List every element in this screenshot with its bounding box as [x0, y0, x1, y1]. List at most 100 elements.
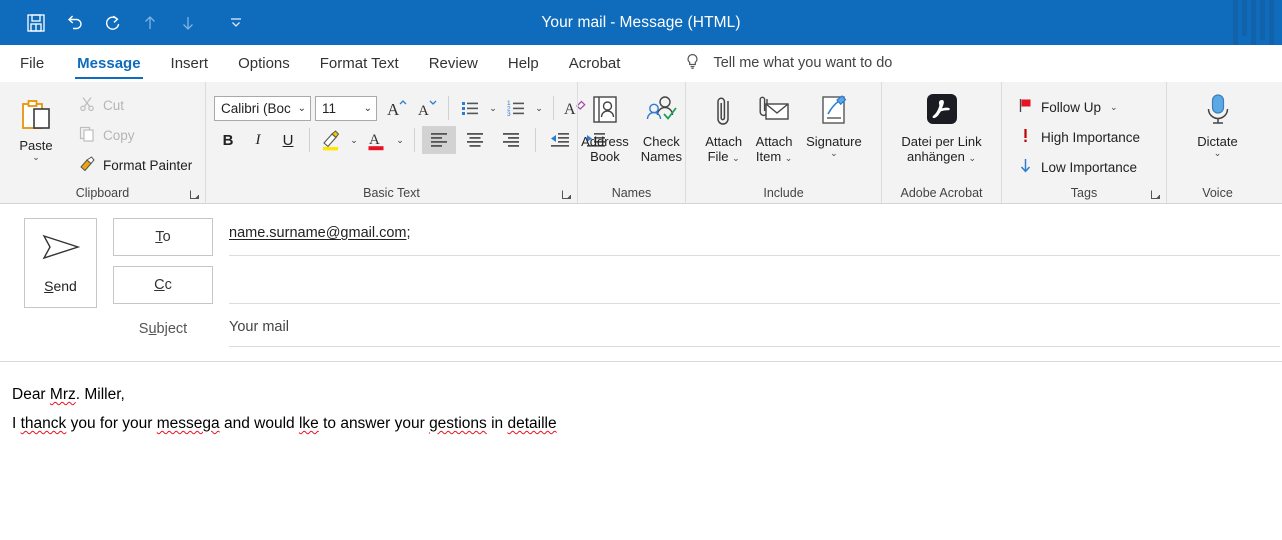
- attach-item-button[interactable]: Attach Item ⌄: [748, 86, 800, 165]
- tab-review[interactable]: Review: [414, 45, 493, 81]
- align-center-button[interactable]: [458, 126, 492, 154]
- highlight-chevron-down-icon[interactable]: ⌄: [347, 135, 361, 146]
- attach-item-label-line2: Item ⌄: [756, 149, 792, 164]
- bold-button[interactable]: B: [214, 126, 242, 154]
- low-importance-button[interactable]: Low Importance: [1011, 152, 1146, 182]
- copy-button[interactable]: Copy: [72, 120, 198, 150]
- address-book-button[interactable]: Address Book: [575, 86, 635, 165]
- attach-link-chevron-down-icon[interactable]: ⌄: [968, 153, 976, 163]
- clipboard-dialog-launcher-icon[interactable]: [189, 189, 200, 200]
- tab-options[interactable]: Options: [223, 45, 305, 81]
- message-body-line-1: Dear Mrz. Miller,: [12, 380, 1282, 409]
- divider: [535, 128, 536, 152]
- address-book-label-line2: Book: [590, 149, 620, 164]
- cc-button[interactable]: Cc: [113, 266, 213, 304]
- dictate-chevron-down-icon[interactable]: ⌄: [1214, 150, 1222, 157]
- names-group-label-row: Names: [578, 183, 685, 203]
- header-body-divider: [0, 361, 1282, 362]
- tab-message[interactable]: Message: [62, 45, 155, 81]
- font-color-chevron-down-icon[interactable]: ⌄: [393, 135, 407, 146]
- font-size-chevron-down-icon[interactable]: ⌄: [360, 103, 372, 114]
- acrobat-group-label: Adobe Acrobat: [900, 186, 982, 200]
- subject-input[interactable]: Your mail: [229, 314, 1280, 347]
- lightbulb-icon: [683, 52, 702, 75]
- shrink-font-button[interactable]: A: [413, 94, 441, 122]
- send-button[interactable]: Send: [24, 218, 97, 308]
- ribbon-group-include: Attach File ⌄ Attach Item ⌄: [685, 82, 881, 203]
- numbering-chevron-down-icon[interactable]: ⌄: [532, 103, 546, 114]
- customize-quick-access-toolbar-icon[interactable]: [218, 6, 254, 40]
- font-name-chevron-down-icon[interactable]: ⌄: [294, 103, 306, 114]
- basic-text-dialog-launcher-icon[interactable]: [561, 189, 572, 200]
- acrobat-group-label-row: Adobe Acrobat: [882, 183, 1001, 203]
- underline-button[interactable]: U: [274, 126, 302, 154]
- decrease-indent-button[interactable]: [543, 126, 577, 154]
- font-size-combobox[interactable]: 11 ⌄: [315, 96, 377, 121]
- cc-field-row: Cc: [113, 266, 1282, 304]
- align-left-button[interactable]: [422, 126, 456, 154]
- clipboard-group-label: Clipboard: [76, 186, 130, 200]
- grow-font-button[interactable]: A: [383, 94, 411, 122]
- follow-up-chevron-down-icon[interactable]: ⌄: [1110, 104, 1118, 111]
- high-importance-button[interactable]: High Importance: [1011, 122, 1146, 152]
- paste-dropdown-chevron-down-icon[interactable]: ⌄: [32, 154, 40, 161]
- check-names-button[interactable]: Check Names: [635, 86, 688, 165]
- follow-up-button[interactable]: Follow Up ⌄: [1011, 92, 1146, 122]
- font-color-button[interactable]: A: [363, 126, 391, 154]
- format-painter-label: Format Painter: [103, 158, 192, 173]
- next-item-icon[interactable]: [170, 6, 206, 40]
- tell-me-label: Tell me what you want to do: [713, 55, 892, 71]
- signature-chevron-down-icon[interactable]: ⌄: [830, 150, 838, 157]
- format-painter-icon: [78, 155, 96, 176]
- redo-icon[interactable]: [94, 6, 130, 40]
- to-recipient: name.surname@gmail.com: [229, 225, 407, 241]
- include-group-label: Include: [763, 186, 803, 200]
- svg-text:A: A: [387, 100, 400, 119]
- attach-file-by-link-button[interactable]: Datei per Link anhängen ⌄: [895, 86, 987, 165]
- tags-dialog-launcher-icon[interactable]: [1150, 189, 1161, 200]
- address-book-label-line1: Address: [581, 134, 629, 149]
- align-right-button[interactable]: [494, 126, 528, 154]
- to-input[interactable]: name.surname@gmail.com;: [229, 218, 1280, 256]
- text-highlight-color-button[interactable]: [317, 126, 345, 154]
- dictate-button[interactable]: Dictate ⌄: [1191, 86, 1243, 157]
- attach-file-chevron-down-icon[interactable]: ⌄: [732, 153, 740, 163]
- attach-item-label-line1: Attach: [756, 134, 793, 149]
- cc-input[interactable]: [229, 266, 1280, 304]
- attach-link-line2-text: anhängen: [907, 149, 965, 164]
- bullets-button[interactable]: [456, 94, 484, 122]
- misspelled-word: messega: [157, 415, 220, 435]
- signature-icon: [815, 90, 853, 134]
- previous-item-icon[interactable]: [132, 6, 168, 40]
- tab-format-text[interactable]: Format Text: [305, 45, 414, 81]
- cut-button[interactable]: Cut: [72, 90, 198, 120]
- to-button[interactable]: To: [113, 218, 213, 256]
- tab-acrobat[interactable]: Acrobat: [554, 45, 636, 81]
- tab-insert[interactable]: Insert: [156, 45, 224, 81]
- window-controls[interactable]: [1233, 0, 1278, 45]
- bullets-chevron-down-icon[interactable]: ⌄: [486, 103, 500, 114]
- tab-help[interactable]: Help: [493, 45, 554, 81]
- clipboard-group-label-row: Clipboard: [0, 183, 205, 203]
- tags-group-label-row: Tags: [1002, 183, 1166, 203]
- check-names-label-line1: Check: [643, 134, 680, 149]
- attach-item-chevron-down-icon[interactable]: ⌄: [785, 153, 793, 163]
- window-title-document: Your mail: [541, 14, 606, 31]
- font-name-combobox[interactable]: Calibri (Boc ⌄: [214, 96, 311, 121]
- signature-button[interactable]: Signature ⌄: [800, 86, 868, 157]
- undo-icon[interactable]: [56, 6, 92, 40]
- copy-icon: [78, 125, 96, 146]
- attach-file-button[interactable]: Attach File ⌄: [699, 86, 748, 165]
- message-body-editor[interactable]: Dear Mrz. Miller, I thanck you for your …: [0, 362, 1282, 438]
- tab-format-text-label: Format Text: [320, 55, 399, 72]
- font-size-value: 11: [322, 101, 336, 116]
- tell-me-search[interactable]: Tell me what you want to do: [683, 45, 892, 81]
- send-label: Send: [44, 278, 77, 294]
- italic-button[interactable]: I: [244, 126, 272, 154]
- save-icon[interactable]: [18, 6, 54, 40]
- paste-button[interactable]: Paste ⌄: [10, 90, 62, 161]
- tab-file[interactable]: File: [0, 45, 62, 81]
- numbering-button[interactable]: 1 2 3: [502, 94, 530, 122]
- cc-label: Cc: [154, 277, 172, 293]
- format-painter-button[interactable]: Format Painter: [72, 150, 198, 180]
